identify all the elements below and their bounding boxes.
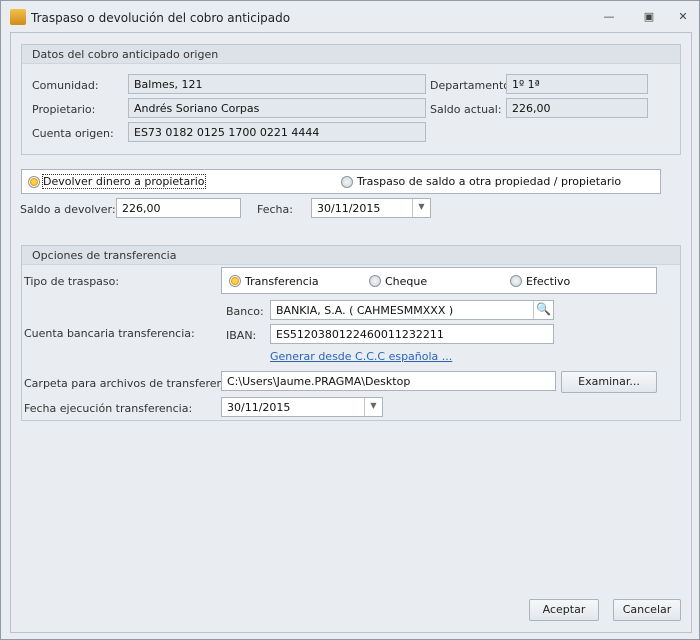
transferencia-label[interactable]: Transferencia — [245, 275, 319, 288]
chevron-down-icon[interactable]: ▼ — [412, 199, 430, 217]
banco-label: Banco: — [226, 305, 264, 318]
window-title: Traspaso o devolución del cobro anticipa… — [31, 11, 291, 25]
fecha-label: Fecha: — [257, 203, 293, 216]
efectivo-label[interactable]: Efectivo — [526, 275, 570, 288]
saldo-devolver-input[interactable]: 226,00 — [116, 198, 241, 218]
app-icon — [10, 9, 26, 25]
radio-devolver[interactable] — [28, 176, 40, 188]
fecha-ejecucion-dropdown[interactable]: 30/11/2015 ▼ — [221, 397, 383, 417]
iban-label: IBAN: — [226, 329, 257, 342]
close-icon[interactable]: ✕ — [675, 10, 691, 24]
propietario-field: Andrés Soriano Corpas — [128, 98, 426, 118]
cuenta-bancaria-label: Cuenta bancaria transferencia: — [24, 327, 195, 340]
cuenta-origen-field: ES73 0182 0125 1700 0221 4444 — [128, 122, 426, 142]
carpeta-label: Carpeta para archivos de transferencia: — [24, 377, 244, 390]
comunidad-field: Balmes, 121 — [128, 74, 426, 94]
banco-value: BANKIA, S.A. ( CAHMESMMXXX ) — [276, 304, 454, 317]
carpeta-input[interactable]: C:\Users\Jaume.PRAGMA\Desktop — [221, 371, 556, 391]
fecha-value: 30/11/2015 — [317, 202, 381, 215]
aceptar-button[interactable]: Aceptar — [529, 599, 599, 621]
saldo-actual-field: 226,00 — [506, 98, 648, 118]
traspaso-label[interactable]: Traspaso de saldo a otra propiedad / pro… — [357, 175, 621, 188]
radio-transferencia[interactable] — [229, 275, 241, 287]
tipo-label: Tipo de traspaso: — [24, 275, 120, 288]
chevron-down-icon[interactable]: ▼ — [364, 398, 382, 416]
examinar-button[interactable]: Examinar... — [561, 371, 657, 393]
restore-icon[interactable]: ▣ — [641, 10, 657, 24]
comunidad-label: Comunidad: — [32, 79, 99, 92]
search-icon[interactable]: 🔍 — [533, 301, 553, 319]
generar-ccc-link[interactable]: Generar desde C.C.C española ... — [270, 350, 452, 363]
devolver-label[interactable]: Devolver dinero a propietario — [42, 174, 206, 189]
saldo-actual-label: Saldo actual: — [430, 103, 502, 116]
dialog-window: Traspaso o devolución del cobro anticipa… — [0, 0, 700, 640]
departamento-field: 1º 1ª — [506, 74, 648, 94]
radio-traspaso[interactable] — [341, 176, 353, 188]
transfer-header: Opciones de transferencia — [22, 246, 680, 265]
propietario-label: Propietario: — [32, 103, 96, 116]
cuenta-origen-label: Cuenta origen: — [32, 127, 114, 140]
radio-cheque[interactable] — [369, 275, 381, 287]
fecha-ejecucion-label: Fecha ejecución transferencia: — [24, 402, 193, 415]
origen-header: Datos del cobro anticipado origen — [22, 45, 680, 64]
banco-input[interactable]: BANKIA, S.A. ( CAHMESMMXXX ) 🔍 — [270, 300, 554, 320]
cancelar-button[interactable]: Cancelar — [613, 599, 681, 621]
fecha-ejecucion-value: 30/11/2015 — [227, 401, 291, 414]
minimize-icon[interactable]: — — [601, 10, 617, 24]
cheque-label[interactable]: Cheque — [385, 275, 427, 288]
departamento-label: Departamento: — [430, 79, 514, 92]
iban-input[interactable]: ES5120380122460011232211 — [270, 324, 554, 344]
saldo-devolver-label: Saldo a devolver: — [20, 203, 116, 216]
fecha-dropdown[interactable]: 30/11/2015 ▼ — [311, 198, 431, 218]
radio-efectivo[interactable] — [510, 275, 522, 287]
